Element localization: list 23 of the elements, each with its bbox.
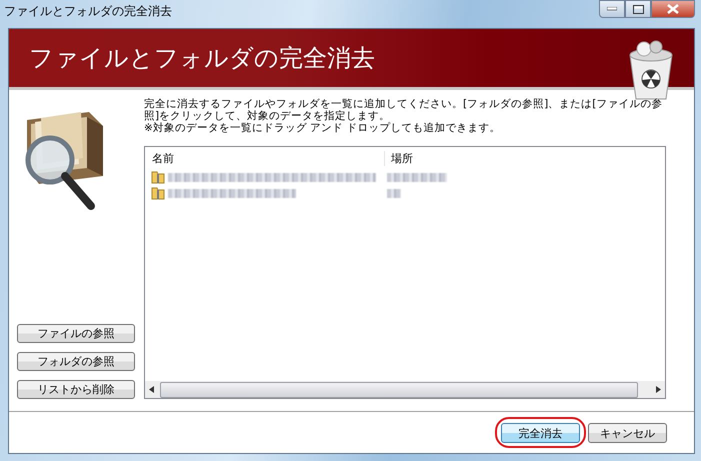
erase-button[interactable]: 完全消去	[501, 423, 580, 444]
column-header[interactable]: 場所	[385, 150, 413, 166]
browse-button[interactable]: ファイルの参照	[17, 324, 135, 343]
window-title: ファイルとフォルダの完全消去	[4, 3, 172, 20]
zip-folder-icon	[151, 170, 165, 184]
redacted-text	[387, 188, 401, 198]
browse-button[interactable]: フォルダの参照	[17, 352, 135, 371]
file-list[interactable]: 名前 場所	[144, 146, 666, 399]
close-icon	[667, 4, 679, 14]
close-button[interactable]	[651, 0, 695, 18]
browse-button[interactable]: リストから削除	[17, 380, 135, 399]
banner-title: ファイルとフォルダの完全消去	[29, 43, 375, 74]
instruction-text: 完全に消去するファイルやフォルダを一覧に追加してください。[フォルダの参照]、または[ファイルの参照]をクリックして、対象のデータを指定します。 ※対象のデータを一覧にドラッグ アンド ドロップしても追加できます。	[144, 98, 664, 134]
scroll-right-icon[interactable]	[656, 386, 661, 393]
scroll-left-icon[interactable]	[149, 386, 154, 393]
redacted-text	[387, 172, 447, 182]
minimize-button[interactable]	[599, 0, 625, 18]
maximize-icon	[632, 4, 644, 14]
minimize-icon	[607, 7, 617, 11]
zip-folder-icon	[151, 186, 165, 200]
maximize-button[interactable]	[625, 0, 651, 18]
column-header[interactable]: 名前	[145, 150, 385, 166]
cancel-button[interactable]: キャンセル	[588, 423, 667, 444]
